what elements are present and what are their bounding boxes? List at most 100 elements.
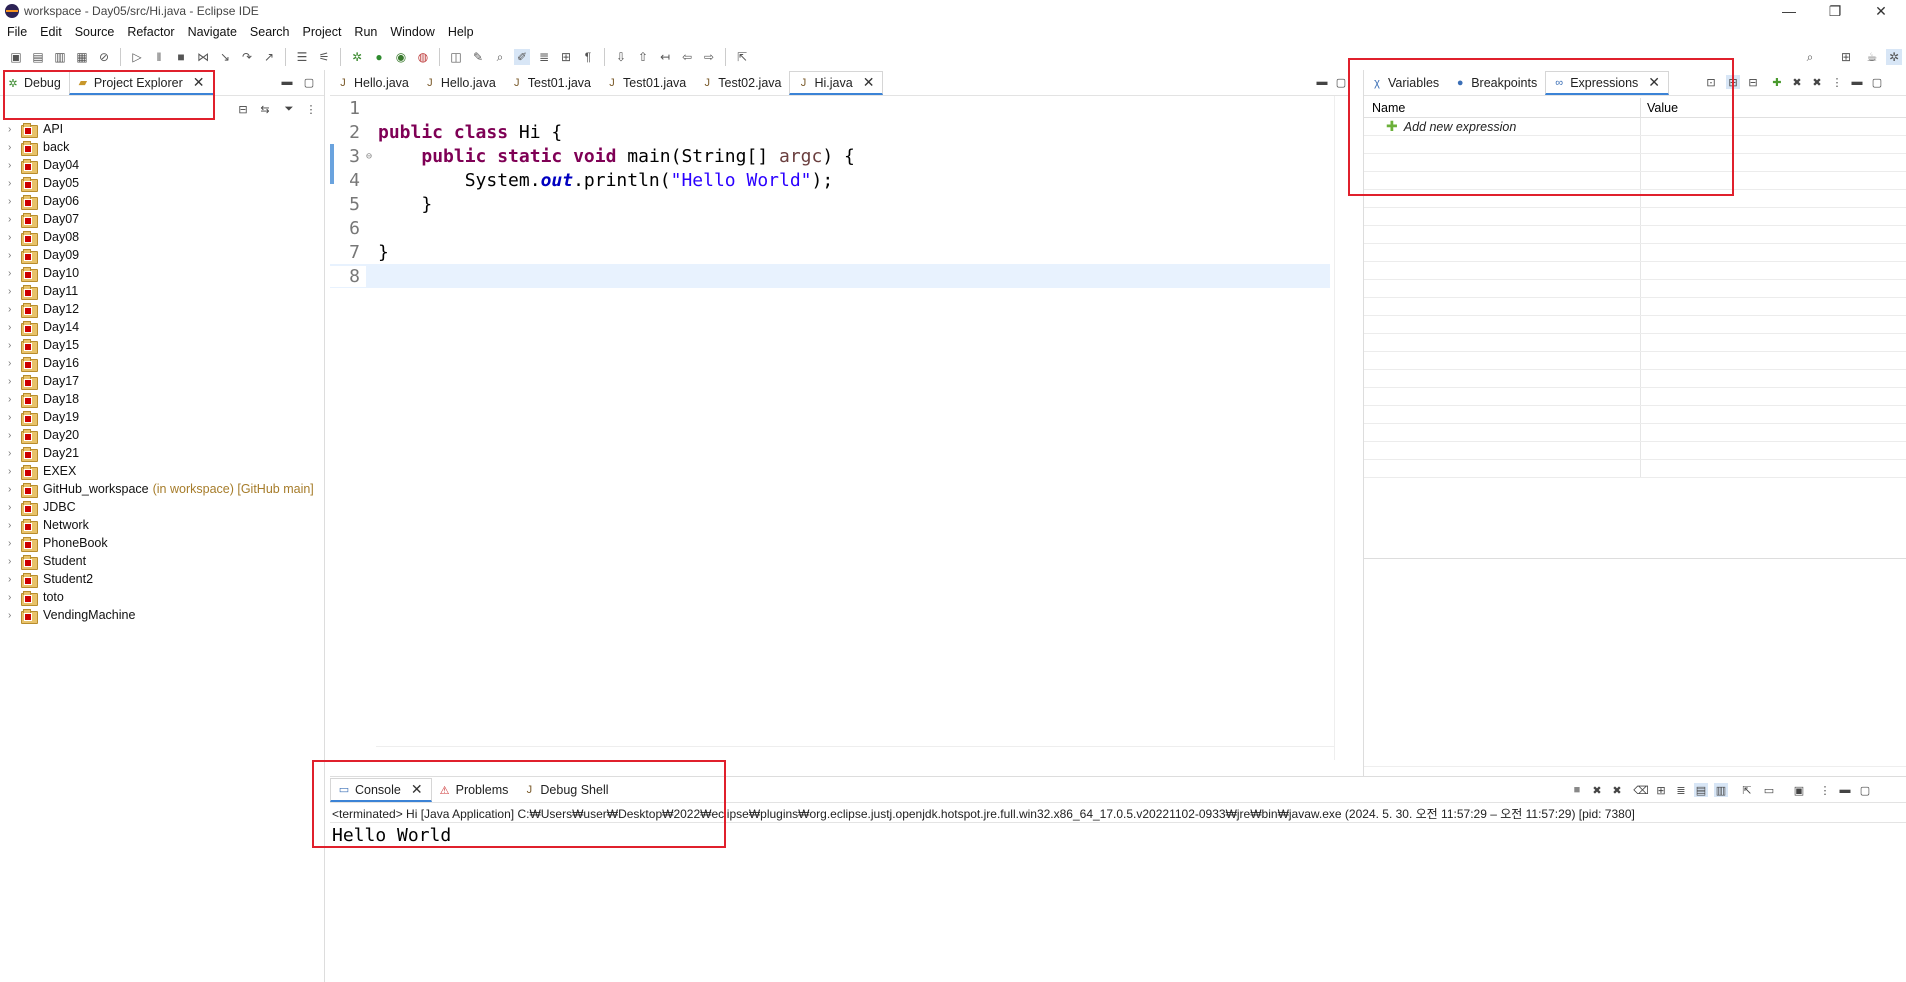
editor-vertical-scrollbar[interactable]	[1334, 96, 1348, 760]
project-tree-item[interactable]: › GitHub_workspace (in workspace) [GitHub …	[0, 480, 325, 498]
chevron-right-icon[interactable]: ›	[8, 142, 18, 153]
project-tree-item[interactable]: › Day18	[0, 390, 325, 408]
view-menu-icon[interactable]: ⋮	[1830, 75, 1844, 89]
project-tree-item[interactable]: › Day20	[0, 426, 325, 444]
chevron-right-icon[interactable]: ›	[8, 430, 18, 441]
view-menu-icon[interactable]: ⋮	[304, 102, 318, 116]
maximize-view-icon[interactable]: ▢	[1334, 75, 1348, 89]
chevron-right-icon[interactable]: ›	[8, 574, 18, 585]
mark-occurrences-icon[interactable]: ✐	[514, 49, 530, 65]
project-tree-item[interactable]: › Day11	[0, 282, 325, 300]
maximize-view-icon[interactable]: ▢	[1858, 783, 1872, 797]
block-selection-icon[interactable]: ⊞	[558, 49, 574, 65]
filter-icon[interactable]: ⏷	[282, 102, 296, 116]
fold-toggle-icon[interactable]: ⊖	[366, 151, 378, 162]
tab-console[interactable]: ▭ Console ✕	[330, 778, 432, 802]
editor-tab-test01-1[interactable]: J Test01.java	[504, 71, 599, 95]
chevron-right-icon[interactable]: ›	[8, 286, 18, 297]
menu-search[interactable]: Search	[250, 25, 290, 39]
open-perspective-icon[interactable]: ⊞	[1838, 49, 1854, 65]
close-icon[interactable]: ✕	[193, 74, 205, 91]
menu-project[interactable]: Project	[303, 25, 342, 39]
terminal-icon[interactable]: ▦	[74, 49, 90, 65]
tab-variables[interactable]: χ Variables	[1364, 71, 1447, 95]
menu-help[interactable]: Help	[448, 25, 474, 39]
word-wrap-icon[interactable]: ≣	[536, 49, 552, 65]
step-return-icon[interactable]: ↗	[261, 49, 277, 65]
project-tree-item[interactable]: › Day10	[0, 264, 325, 282]
close-window-button[interactable]: ✕	[1858, 0, 1904, 22]
maximize-view-icon[interactable]: ▢	[302, 75, 316, 89]
chevron-right-icon[interactable]: ›	[8, 214, 18, 225]
chevron-right-icon[interactable]: ›	[8, 538, 18, 549]
column-name-header[interactable]: Name	[1364, 98, 1641, 117]
project-tree-item[interactable]: › Student2	[0, 570, 325, 588]
remove-all-terminated-icon[interactable]: ✖	[1610, 783, 1624, 797]
project-tree-item[interactable]: › API	[0, 120, 325, 138]
project-tree-item[interactable]: › Day19	[0, 408, 325, 426]
minimize-view-icon[interactable]: ▬	[1838, 783, 1852, 797]
project-tree-item[interactable]: › Day21	[0, 444, 325, 462]
editor-tab-hi[interactable]: J Hi.java ✕	[789, 71, 884, 95]
project-tree-item[interactable]: › Day17	[0, 372, 325, 390]
editor-tab-test02[interactable]: J Test02.java	[694, 71, 789, 95]
show-whitespace-icon[interactable]: ¶	[580, 49, 596, 65]
chevron-right-icon[interactable]: ›	[8, 178, 18, 189]
menu-source[interactable]: Source	[75, 25, 115, 39]
chevron-right-icon[interactable]: ›	[8, 520, 18, 531]
chevron-right-icon[interactable]: ›	[8, 124, 18, 135]
minimize-view-icon[interactable]: ▬	[1315, 75, 1329, 89]
remove-launch-icon[interactable]: ✖	[1590, 783, 1604, 797]
project-tree-item[interactable]: › Day12	[0, 300, 325, 318]
project-tree-item[interactable]: › JDBC	[0, 498, 325, 516]
minimize-button[interactable]: —	[1766, 0, 1812, 22]
close-icon[interactable]: ✕	[863, 74, 875, 91]
editor-tab-hello-2[interactable]: J Hello.java	[417, 71, 504, 95]
chevron-right-icon[interactable]: ›	[8, 394, 18, 405]
show-logical-structure-icon[interactable]: ⊟	[1726, 75, 1740, 89]
run-icon[interactable]: ●	[371, 49, 387, 65]
project-tree-item[interactable]: › Day06	[0, 192, 325, 210]
chevron-right-icon[interactable]: ›	[8, 250, 18, 261]
tab-project-explorer[interactable]: ▰ Project Explorer ✕	[68, 71, 214, 95]
chevron-right-icon[interactable]: ›	[8, 340, 18, 351]
view-menu-icon[interactable]: ⋮	[1818, 783, 1832, 797]
clear-console-icon[interactable]: ⌫	[1633, 783, 1649, 797]
terminate-icon[interactable]: ■	[1570, 783, 1584, 797]
chevron-right-icon[interactable]: ›	[8, 412, 18, 423]
word-wrap-icon[interactable]: ≣	[1674, 783, 1688, 797]
debug-perspective-icon[interactable]: ✲	[1886, 49, 1902, 65]
remove-icon[interactable]: ✖	[1790, 75, 1804, 89]
project-tree-item[interactable]: › Student	[0, 552, 325, 570]
menu-edit[interactable]: Edit	[40, 25, 62, 39]
close-icon[interactable]: ✕	[411, 781, 423, 798]
back-icon[interactable]: ⇦	[679, 49, 695, 65]
search-icon[interactable]: ⌕	[1802, 49, 1818, 65]
chevron-right-icon[interactable]: ›	[8, 322, 18, 333]
project-tree-item[interactable]: › Day14	[0, 318, 325, 336]
save-all-icon[interactable]: ▥	[52, 49, 68, 65]
chevron-right-icon[interactable]: ›	[8, 160, 18, 171]
pin-console-icon[interactable]: ⇱	[1740, 783, 1754, 797]
forward-icon[interactable]: ⇨	[701, 49, 717, 65]
remove-all-icon[interactable]: ✖	[1810, 75, 1824, 89]
open-console-icon[interactable]: ▣	[1792, 783, 1806, 797]
chevron-right-icon[interactable]: ›	[8, 502, 18, 513]
project-tree-item[interactable]: › Day04	[0, 156, 325, 174]
external-tools-icon[interactable]: ◍	[415, 49, 431, 65]
project-tree-item[interactable]: › Day15	[0, 336, 325, 354]
tab-expressions[interactable]: ∞ Expressions ✕	[1545, 71, 1670, 95]
project-tree-item[interactable]: › EXEX	[0, 462, 325, 480]
chevron-right-icon[interactable]: ›	[8, 466, 18, 477]
display-selected-console-icon[interactable]: ▭	[1762, 783, 1776, 797]
next-annotation-icon[interactable]: ⇩	[613, 49, 629, 65]
console-output[interactable]: Hello World	[332, 825, 451, 846]
chevron-right-icon[interactable]: ›	[8, 610, 18, 621]
skip-breakpoints-icon[interactable]: ⊘	[96, 49, 112, 65]
pin-editor-icon[interactable]: ⇱	[734, 49, 750, 65]
save-icon[interactable]: ▤	[30, 49, 46, 65]
add-expression-row[interactable]: ✚ Add new expression	[1364, 118, 1906, 136]
new-icon[interactable]: ▣	[8, 49, 24, 65]
step-into-icon[interactable]: ↘	[217, 49, 233, 65]
project-tree-item[interactable]: › back	[0, 138, 325, 156]
